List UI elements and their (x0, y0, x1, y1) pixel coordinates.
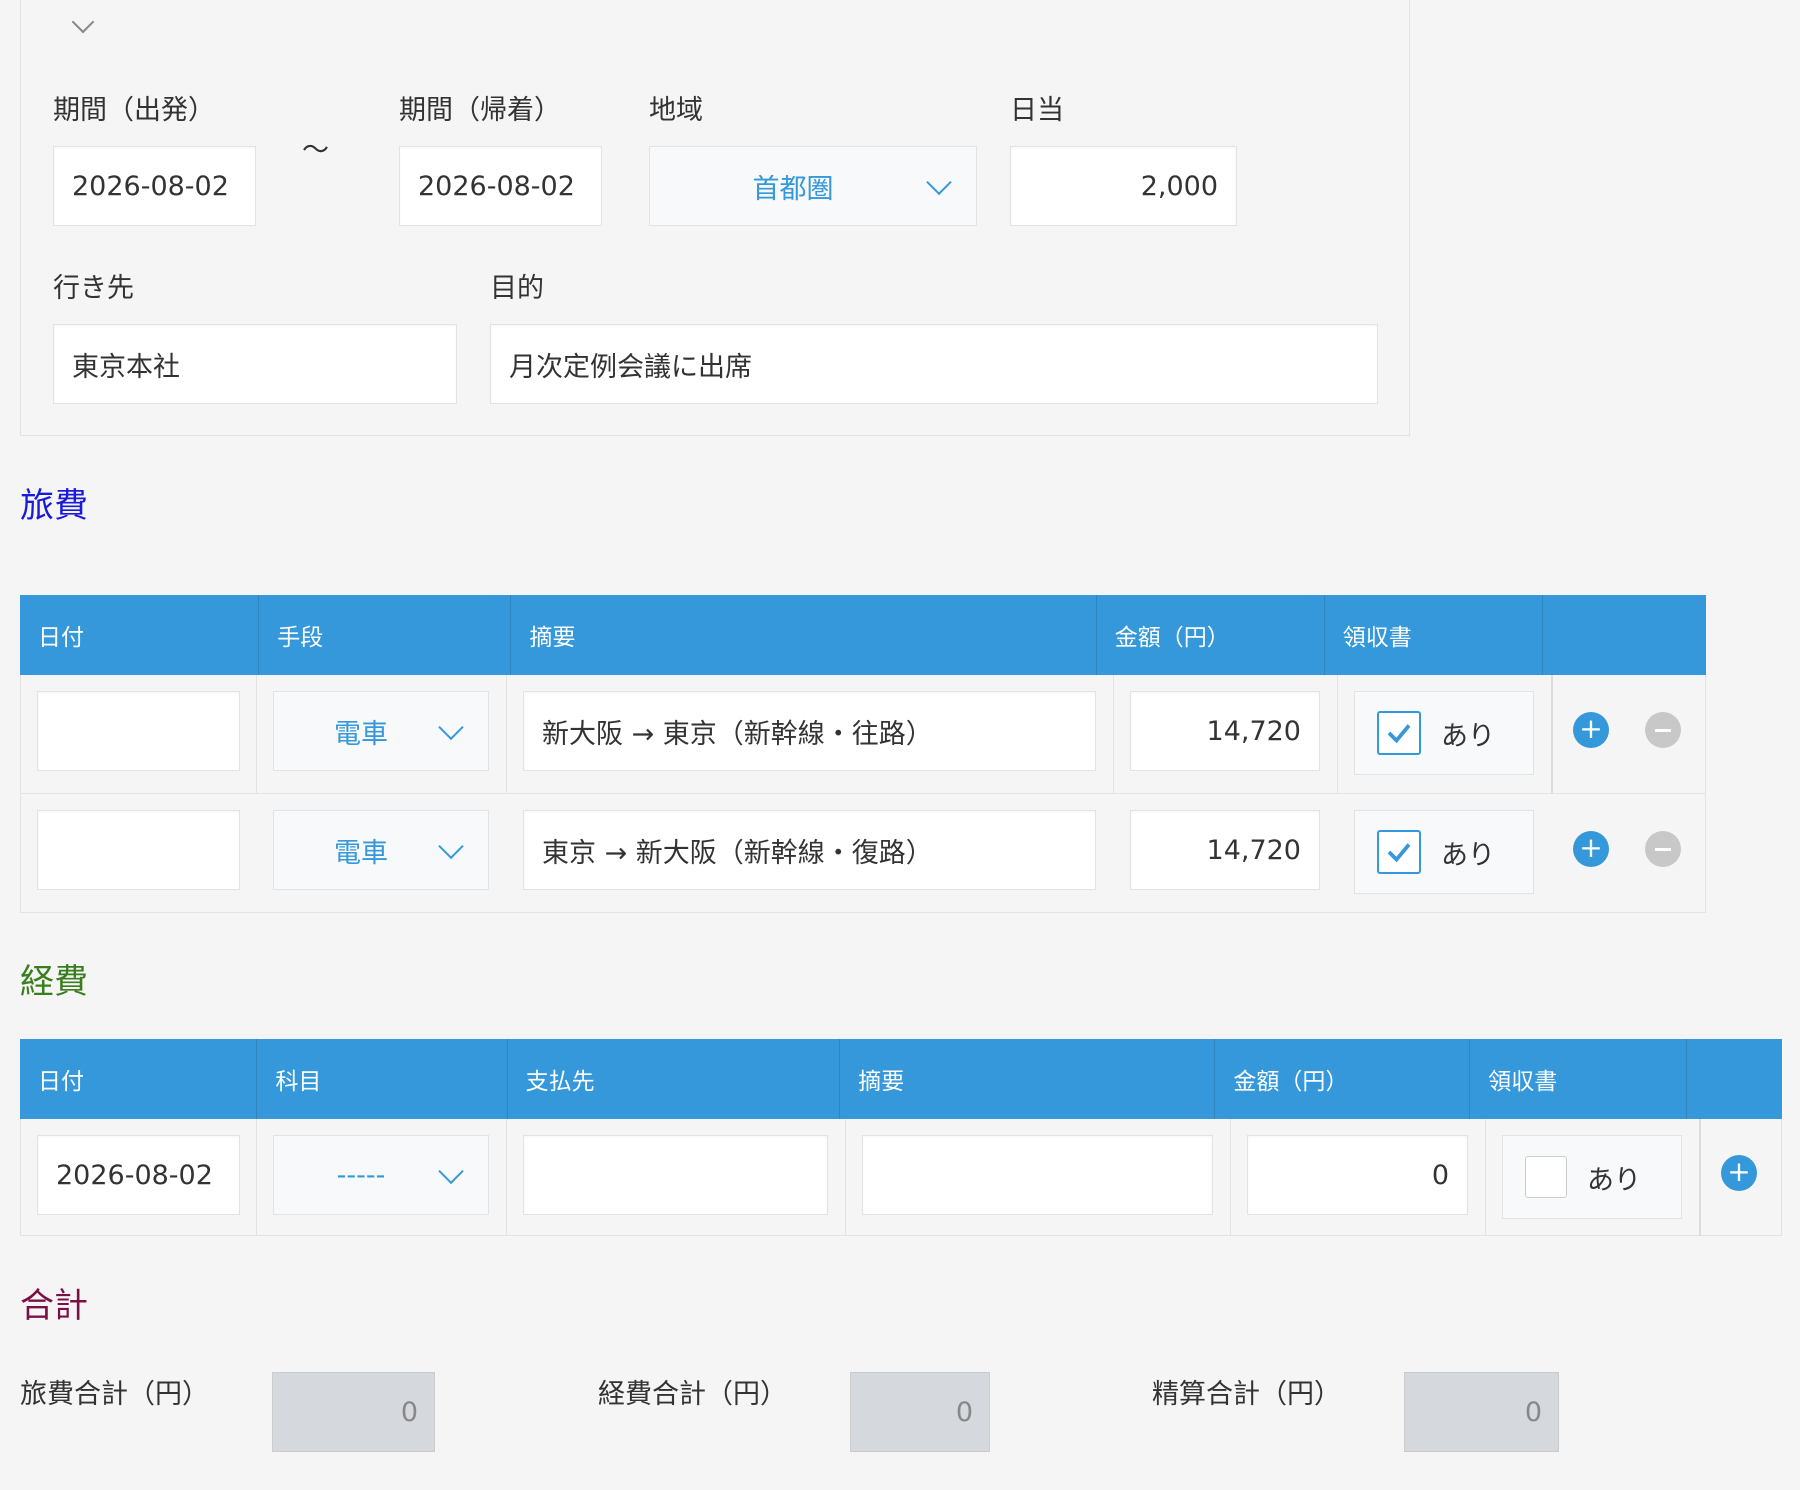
checkbox-unchecked-icon[interactable] (1525, 1156, 1567, 1198)
totals-section-title: 合計 (20, 1286, 88, 1326)
settlement-total-field: 0 (1404, 1372, 1559, 1452)
expense-amount-input[interactable]: 0 (1247, 1135, 1468, 1215)
daily-allowance-label: 日当 (1010, 95, 1064, 126)
travel-receipt-label: あり (1441, 839, 1495, 871)
travel-section-title: 旅費 (20, 486, 88, 526)
travel-receipt-label: あり (1441, 720, 1495, 752)
expense-header-category: 科目 (257, 1039, 508, 1119)
destination-input[interactable]: 東京本社 (53, 324, 457, 404)
travel-amount-input[interactable]: 14,720 (1130, 691, 1320, 771)
travel-table-header: 日付 手段 摘要 金額（円） 領収書 (20, 595, 1706, 675)
travel-header-receipt: 領収書 (1324, 595, 1544, 675)
travel-date-input[interactable] (37, 691, 240, 771)
expense-category-select[interactable]: ----- (273, 1135, 489, 1215)
expense-section-title: 経費 (20, 962, 88, 1002)
travel-header-summary: 摘要 (511, 595, 1097, 675)
expense-date-input[interactable]: 2026-08-02 (37, 1135, 240, 1215)
daily-allowance-input[interactable]: 2,000 (1010, 146, 1237, 226)
expense-summary-input[interactable] (862, 1135, 1213, 1215)
depart-date-input[interactable]: 2026-08-02 (53, 146, 256, 226)
add-row-button[interactable]: + (1721, 1155, 1757, 1191)
destination-label: 行き先 (53, 273, 134, 304)
expense-receipt-checkbox[interactable]: あり (1502, 1135, 1682, 1219)
travel-header-actions (1543, 595, 1706, 675)
travel-total-field: 0 (272, 1372, 435, 1452)
remove-row-button[interactable] (1645, 712, 1681, 748)
checkbox-checked-icon[interactable] (1377, 711, 1421, 755)
travel-method-select[interactable]: 電車 (273, 691, 489, 771)
travel-receipt-checkbox[interactable]: あり (1354, 691, 1534, 775)
expense-receipt-label: あり (1587, 1164, 1641, 1196)
expense-header-actions (1687, 1039, 1782, 1119)
expense-header-receipt: 領収書 (1470, 1039, 1688, 1119)
travel-summary-input[interactable]: 新大阪 → 東京（新幹線・往路） (523, 691, 1096, 771)
travel-receipt-checkbox[interactable]: あり (1354, 810, 1534, 894)
expense-header-amount: 金額（円） (1215, 1039, 1471, 1119)
purpose-input[interactable]: 月次定例会議に出席 (490, 324, 1378, 404)
expense-header-payee: 支払先 (507, 1039, 841, 1119)
travel-header-amount: 金額（円） (1096, 595, 1325, 675)
settlement-total-label: 精算合計（円） (1152, 1379, 1341, 1410)
travel-summary-input[interactable]: 東京 → 新大阪（新幹線・復路） (523, 810, 1096, 890)
purpose-label: 目的 (490, 273, 544, 304)
region-select-value: 首都圏 (752, 173, 834, 205)
plus-icon: + (1727, 1155, 1751, 1188)
travel-amount-input[interactable]: 14,720 (1130, 810, 1320, 890)
expense-total-field: 0 (850, 1372, 990, 1452)
travel-method-select[interactable]: 電車 (273, 810, 489, 890)
expense-header-summary: 摘要 (840, 1039, 1216, 1119)
travel-total-label: 旅費合計（円） (20, 1379, 209, 1410)
remove-row-button[interactable] (1645, 831, 1681, 867)
expense-total-label: 経費合計（円） (598, 1379, 787, 1410)
travel-header-method: 手段 (259, 595, 512, 675)
return-date-input[interactable]: 2026-08-02 (399, 146, 602, 226)
expense-payee-input[interactable] (523, 1135, 828, 1215)
return-label: 期間（帰着） (399, 95, 561, 126)
travel-date-input[interactable] (37, 810, 240, 890)
expense-table-header: 日付 科目 支払先 摘要 金額（円） 領収書 (20, 1039, 1782, 1119)
region-label: 地域 (649, 95, 703, 126)
travel-header-date: 日付 (20, 595, 260, 675)
plus-icon: + (1579, 712, 1603, 745)
checkbox-checked-icon[interactable] (1377, 830, 1421, 874)
expense-header-date: 日付 (20, 1039, 258, 1119)
add-row-button[interactable]: + (1573, 831, 1609, 867)
depart-label: 期間（出発） (53, 95, 215, 126)
tilde-separator: ～ (302, 135, 329, 166)
plus-icon: + (1579, 831, 1603, 864)
add-row-button[interactable]: + (1573, 712, 1609, 748)
region-select[interactable]: 首都圏 (649, 146, 977, 226)
